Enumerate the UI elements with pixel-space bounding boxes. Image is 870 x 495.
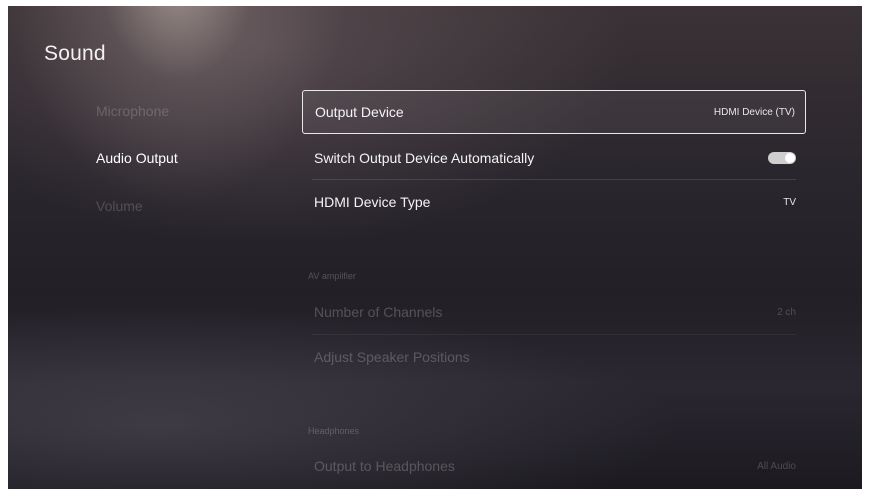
number-of-channels-value: 2 ch (777, 306, 796, 318)
output-to-headphones-value: All Audio (757, 460, 796, 472)
hdmi-device-type-label: HDMI Device Type (314, 194, 431, 210)
number-of-channels-label: Number of Channels (314, 304, 443, 320)
switch-output-auto-label: Switch Output Device Automatically (314, 150, 535, 166)
page-title: Sound (44, 42, 106, 65)
number-of-channels-row[interactable]: Number of Channels 2 ch (302, 290, 806, 334)
sidebar-item-audio-output[interactable]: Audio Output (96, 150, 178, 166)
toggle-knob (785, 153, 795, 163)
headphones-heading: Headphones (308, 426, 360, 436)
hdmi-device-type-value: TV (783, 196, 796, 208)
output-to-headphones-row[interactable]: Output to Headphones All Audio (302, 444, 806, 488)
adjust-speaker-positions-label: Adjust Speaker Positions (314, 349, 470, 365)
sidebar-item-volume[interactable]: Volume (96, 198, 143, 214)
output-to-headphones-label: Output to Headphones (314, 458, 455, 474)
output-device-row[interactable]: Output Device HDMI Device (TV) (302, 90, 806, 134)
screen: Sound Microphone Audio Output Volume Out… (8, 6, 862, 489)
adjust-speaker-positions-row[interactable]: Adjust Speaker Positions (302, 335, 806, 379)
output-device-label: Output Device (315, 104, 404, 120)
av-amplifier-heading: AV amplifier (308, 271, 356, 281)
switch-output-auto-row[interactable]: Switch Output Device Automatically (302, 136, 806, 180)
sidebar-item-microphone[interactable]: Microphone (96, 103, 169, 119)
hdmi-device-type-row[interactable]: HDMI Device Type TV (302, 180, 806, 224)
switch-output-auto-toggle[interactable] (768, 152, 796, 164)
output-device-value: HDMI Device (TV) (713, 106, 795, 118)
